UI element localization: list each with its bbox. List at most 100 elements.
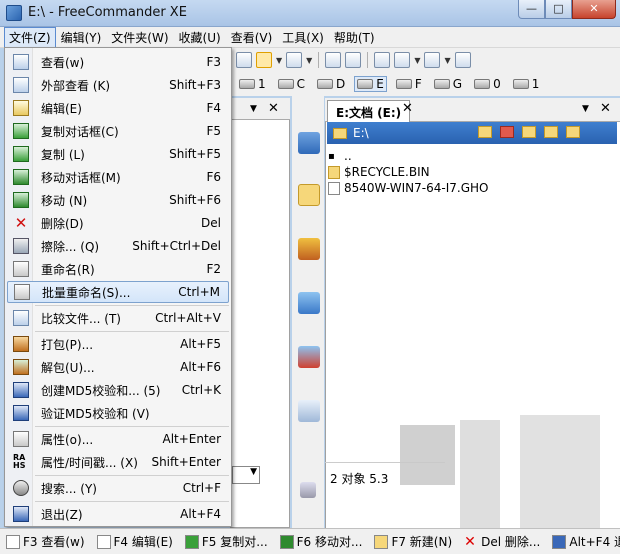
menu-item-wipe[interactable]: 擦除... (Q) Shift+Ctrl+Del [7,235,229,257]
left-status-dropdown[interactable]: ▼ [232,466,260,484]
close-icon[interactable]: ✕ [268,101,279,116]
menu-item-edit[interactable]: 编辑(E) F4 [7,97,229,119]
refresh-icon[interactable] [345,52,362,68]
menu-folder[interactable]: 文件夹(W) [106,27,173,48]
list-item[interactable]: 8540W-WIN7-64-I7.GHO [328,180,578,196]
menu-item-rename[interactable]: 重命名(R) F2 [7,258,229,280]
left-file-panel[interactable] [230,98,290,528]
menu-separator [35,426,229,427]
close-icon[interactable]: ✕ [600,101,611,116]
notes-icon[interactable] [424,52,441,68]
panel-switch-icon[interactable] [298,132,320,154]
md5-verify-icon [13,405,29,421]
function-key-bar: F3 查看(w) F4 编辑(E) F5 复制对... F6 移动对... F7… [0,528,620,554]
menu-item-copy[interactable]: 复制 (L) Shift+F5 [7,143,229,165]
watermark-blur [460,420,500,528]
menu-tools[interactable]: 工具(X) [277,27,329,48]
compare-icon [13,310,29,326]
f6-move-button[interactable]: F6 移动对... [279,533,362,550]
menu-item-move-dialog[interactable]: 移动对话框(M) F6 [7,166,229,188]
right-status-text: 2 对象 5.3 [330,472,389,486]
panel-layout-icon[interactable] [286,52,303,68]
list-item[interactable]: $RECYCLE.BIN [328,164,578,180]
search-icon[interactable] [374,52,391,68]
list-view-icon[interactable] [256,52,272,68]
drive-button[interactable]: F [393,76,425,92]
toolbar-separator [367,52,369,68]
folder-icon[interactable] [298,184,320,206]
menu-item-copy-dialog[interactable]: 复制对话框(C) F5 [7,120,229,142]
menu-item-attributes[interactable]: RA HS 属性/时间戳... (X) Shift+Enter [7,451,229,473]
chevron-down-icon[interactable]: ▼ [582,104,589,114]
recycle-bin-icon[interactable] [300,482,316,498]
drive-icon [277,79,294,89]
f4-edit-button[interactable]: F4 编辑(E) [96,533,173,550]
menu-edit[interactable]: 编辑(Y) [56,27,107,48]
rename-icon [13,261,29,277]
copy-panel-icon[interactable] [325,52,342,68]
menu-item-exit[interactable]: 退出(Z) Alt+F4 [7,503,229,525]
watermark-blur [520,415,600,528]
drive-button[interactable]: 1 [236,76,269,92]
search-icon [13,480,29,496]
toolbar-separator [318,52,320,68]
drive-button[interactable]: D [314,76,348,92]
menu-item-delete[interactable]: ✕ 删除(D) Del [7,212,229,234]
favorites-icon[interactable] [500,126,514,138]
menu-view[interactable]: 查看(V) [226,27,278,48]
drive-button-active[interactable]: E [354,76,387,92]
menu-item-compare[interactable]: 比较文件... (T) Ctrl+Alt+V [7,307,229,329]
parent-dir-icon: ▪ [328,150,335,162]
f3-view-button[interactable]: F3 查看(w) [6,533,85,550]
menu-item-external-view[interactable]: 外部查看 (K) Shift+F3 [7,74,229,96]
drive-button[interactable]: 1 [510,76,543,92]
close-icon[interactable]: ✕ [402,101,413,116]
tools-icon[interactable] [394,52,411,68]
del-delete-button[interactable]: ✕ Del 删除... [464,533,540,550]
menu-item-properties[interactable]: 属性(o)... Alt+Enter [7,428,229,450]
tab-drive-e[interactable]: E:文档 (E:) [327,100,411,122]
minimize-button[interactable]: — [518,0,545,19]
toolbar: ▼ ▼ ▼ ▼ [230,48,620,72]
folder-options-icon[interactable] [566,126,580,138]
view-icon[interactable] [298,400,320,422]
f7-new-folder-button[interactable]: F7 新建(N) [374,533,452,550]
menu-bar: 文件(Z) 编辑(Y) 文件夹(W) 收藏(U) 查看(V) 工具(X) 帮助(… [0,26,620,48]
tools-icon[interactable] [298,238,320,260]
left-tab-strip [230,98,290,120]
menu-item-view[interactable]: 查看(w) F3 [7,51,229,73]
maximize-button[interactable]: □ [545,0,572,19]
f5-copy-button[interactable]: F5 复制对... [184,533,268,550]
chevron-down-icon[interactable]: ▼ [276,56,282,65]
menu-item-unpack[interactable]: 解包(U)... Alt+F6 [7,356,229,378]
drive-button[interactable]: G [431,76,465,92]
menu-item-search[interactable]: 搜索... (Y) Ctrl+F [7,477,229,499]
menu-file[interactable]: 文件(Z) [4,26,56,48]
list-item[interactable]: ▪ .. [328,148,578,164]
drive-icon [512,79,529,89]
menu-item-multi-rename[interactable]: 批量重命名(S)... Ctrl+M [7,281,229,303]
folder-history-icon[interactable] [544,126,558,138]
chevron-down-icon[interactable]: ▼ [306,56,312,65]
menu-help[interactable]: 帮助(T) [329,27,380,48]
new-folder-icon[interactable] [478,126,492,138]
copy-icon [184,534,199,549]
alt-f4-exit-button[interactable]: Alt+F4 退出 [552,533,620,550]
folder-icon[interactable] [454,52,471,68]
menu-item-move[interactable]: 移动 (N) Shift+F6 [7,189,229,211]
window-controls: — □ ✕ [518,0,616,20]
folder-up-icon[interactable] [522,126,536,138]
drive-button[interactable]: 0 [471,76,504,92]
chevron-down-icon[interactable]: ▼ [444,56,450,65]
copy-left-icon[interactable] [298,292,320,314]
chevron-down-icon[interactable]: ▼ [250,104,257,114]
menu-favorites[interactable]: 收藏(U) [174,27,226,48]
tree-view-icon[interactable] [236,52,252,68]
close-button[interactable]: ✕ [572,0,616,19]
drive-button[interactable]: C [275,76,308,92]
menu-item-pack[interactable]: 打包(P)... Alt+F5 [7,333,229,355]
chevron-down-icon[interactable]: ▼ [414,56,420,65]
menu-item-create-md5[interactable]: 创建MD5校验和... (5) Ctrl+K [7,379,229,401]
move-left-icon[interactable] [298,346,320,368]
menu-item-verify-md5[interactable]: 验证MD5校验和 (V) [7,402,229,424]
